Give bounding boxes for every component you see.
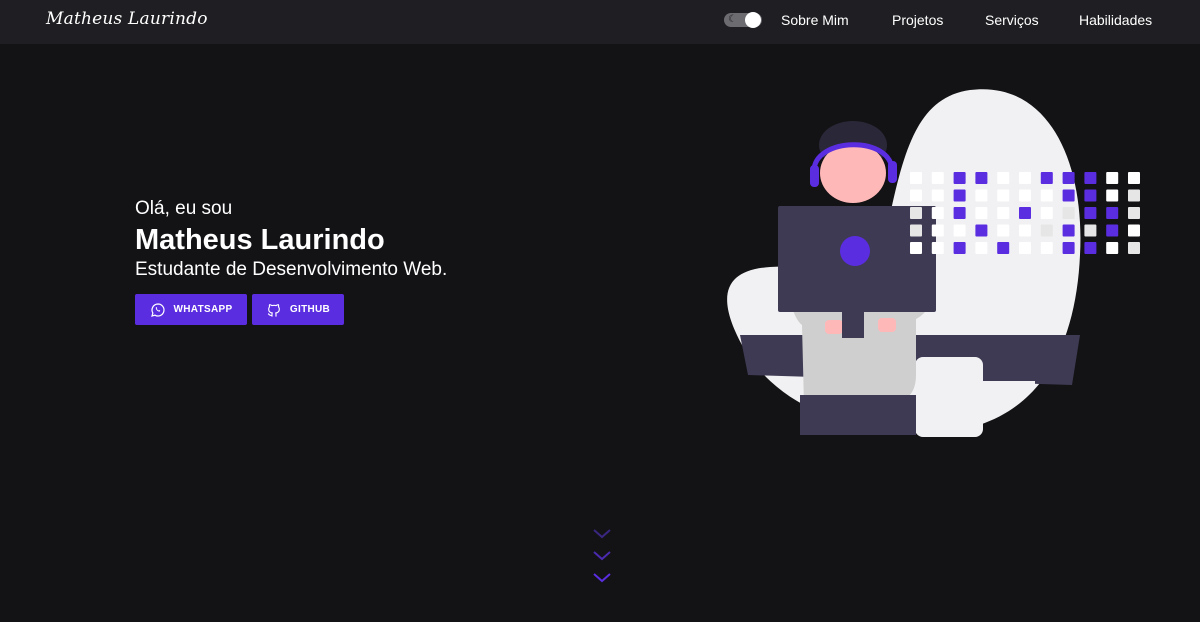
pixel-square: [1062, 189, 1075, 202]
hero-role: Estudante de Desenvolvimento Web.: [135, 259, 448, 280]
pixel-square: [910, 224, 922, 237]
pixel-square: [1106, 207, 1119, 219]
hero-intro: Olá, eu sou Matheus Laurindo Estudante d…: [135, 198, 447, 282]
illustration-chair: [915, 357, 983, 437]
nav-link-projetos[interactable]: Projetos: [892, 12, 943, 28]
whatsapp-button[interactable]: WHATSAPP: [135, 294, 247, 325]
pixel-square: [1019, 224, 1031, 237]
pixel-square: [1084, 172, 1097, 184]
pixel-square: [1128, 242, 1140, 254]
whatsapp-button-label: WHATSAPP: [173, 304, 233, 315]
pixel-square: [953, 242, 966, 254]
pixel-square: [931, 242, 944, 254]
pixel-square: [953, 172, 966, 184]
pixel-square: [997, 172, 1010, 184]
pixel-square: [1084, 207, 1097, 219]
github-button[interactable]: GITHUB: [252, 294, 344, 325]
nav-link-sobre-mim[interactable]: Sobre Mim: [781, 12, 849, 28]
pixel-square: [975, 207, 988, 219]
pixel-square: [931, 224, 944, 237]
page: Matheus Laurindo ☾ Sobre Mim Projetos Se…: [0, 0, 1200, 622]
pixel-square: [910, 172, 922, 184]
pixel-square: [953, 189, 966, 202]
pixel-square: [910, 242, 922, 254]
pixel-square: [1019, 172, 1031, 184]
pixel-square: [1062, 224, 1075, 237]
moon-icon: ☾: [728, 14, 737, 25]
pixel-square: [997, 242, 1010, 254]
pixel-square: [931, 207, 944, 219]
hero-greeting: Olá, eu sou: [135, 198, 233, 219]
pixel-square: [1040, 189, 1053, 202]
pixel-square: [975, 189, 988, 202]
pixel-square: [931, 172, 944, 184]
pixel-square: [1128, 224, 1140, 237]
pixel-square: [1128, 189, 1140, 202]
pixel-square: [1106, 242, 1119, 254]
pixel-square: [1106, 172, 1119, 184]
pixel-square: [997, 189, 1010, 202]
nav-link-servicos[interactable]: Serviços: [985, 12, 1039, 28]
pixel-square: [1019, 189, 1031, 202]
pixel-square: [1128, 172, 1140, 184]
pixel-square: [953, 224, 966, 237]
toggle-knob: [745, 12, 761, 28]
pixel-square: [1040, 242, 1053, 254]
pixel-square: [997, 207, 1010, 219]
nav-link-habilidades[interactable]: Habilidades: [1079, 12, 1152, 28]
theme-toggle[interactable]: ☾: [724, 12, 762, 28]
pixel-square: [975, 242, 988, 254]
pixel-square: [1084, 189, 1097, 202]
pixel-square: [1106, 189, 1119, 202]
scroll-down-indicator[interactable]: [591, 527, 613, 587]
pixel-square: [1040, 207, 1053, 219]
developer-illustration: [727, 89, 1140, 437]
github-button-label: GITHUB: [289, 304, 331, 315]
pixel-square: [997, 224, 1010, 237]
chevron-down-icon: [593, 529, 611, 539]
top-navbar: Matheus Laurindo ☾ Sobre Mim Projetos Se…: [0, 0, 1200, 44]
pixel-square: [1019, 242, 1031, 254]
pixel-square: [910, 207, 922, 219]
pixel-square: [975, 172, 988, 184]
illustration-legs: [800, 395, 916, 435]
chevron-down-icon: [593, 573, 611, 583]
pixel-square: [1040, 172, 1053, 184]
github-icon: [267, 303, 280, 317]
hero-name: Matheus Laurindo: [135, 224, 385, 256]
pixel-square: [1084, 242, 1097, 254]
pixel-square: [1106, 224, 1119, 237]
whatsapp-icon: [150, 302, 165, 317]
chevron-down-icon: [593, 551, 611, 561]
pixel-square: [1040, 224, 1053, 237]
pixel-square: [1019, 207, 1031, 219]
site-logo[interactable]: Matheus Laurindo: [46, 9, 208, 29]
pixel-square: [1062, 172, 1075, 184]
pixel-square: [1128, 207, 1140, 219]
pixel-square: [1062, 242, 1075, 254]
pixel-square: [910, 189, 922, 202]
pixel-square: [975, 224, 988, 237]
pixel-square: [953, 207, 966, 219]
pixel-square: [1062, 207, 1075, 219]
pixel-square: [1084, 224, 1097, 237]
pixel-square: [931, 189, 944, 202]
